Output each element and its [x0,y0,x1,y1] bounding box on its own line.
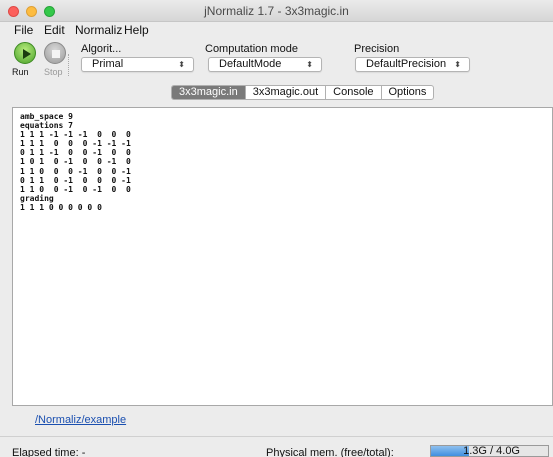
editor-line: 0 1 1 0 -1 0 0 0 -1 [20,175,131,185]
stop-button[interactable] [44,42,66,64]
editor-line: 1 1 1 0 0 0 0 0 0 [20,202,102,212]
editor-line: equations 7 [20,121,73,131]
editor-line: 0 1 1 -1 0 0 -1 0 0 [20,148,131,158]
stop-icon [52,50,60,58]
stop-label: Stop [44,67,63,77]
tab-3x3magic-out[interactable]: 3x3magic.out [246,86,327,99]
tab-console[interactable]: Console [326,86,382,99]
toolbar-separator [68,54,69,76]
file-tabs: 3x3magic.in 3x3magic.out Console Options [171,85,435,100]
computation-mode-value: DefaultMode [219,58,282,70]
precision-value: DefaultPrecision [366,58,447,70]
menu-help[interactable]: Help [124,23,149,37]
editor-line: 1 0 1 0 -1 0 0 -1 0 [20,157,131,167]
precision-select[interactable]: DefaultPrecision ⬍ [355,57,470,72]
algorithm-select[interactable]: Primal ⬍ [81,57,194,72]
run-button[interactable] [14,42,36,64]
window-title: jNormaliz 1.7 - 3x3magic.in [204,4,349,18]
updown-arrows-icon: ⬍ [306,60,313,69]
tab-3x3magic-in[interactable]: 3x3magic.in [172,86,246,99]
editor-line: 1 1 1 0 0 0 -1 -1 -1 [20,139,131,149]
title-bar: jNormaliz 1.7 - 3x3magic.in [0,0,553,22]
algorithm-value: Primal [92,58,124,70]
menu-file[interactable]: File [14,23,33,37]
editor-line: amb_space 9 [20,112,73,121]
physical-memory-label: Physical mem. (free/total): [266,447,394,457]
computation-mode-label: Computation mode [205,43,298,55]
editor-text: amb_space 9 equations 7 1 1 1 -1 -1 -1 0… [20,112,131,212]
memory-bar-text: 1.3G / 4.0G [463,445,520,457]
editor-line: 1 1 0 0 0 -1 0 0 -1 [20,166,131,176]
status-divider [0,436,553,437]
precision-label: Precision [354,43,400,55]
memory-bar: 1.3G / 4.0G [430,445,549,457]
editor-line: 1 1 1 -1 -1 -1 0 0 0 [20,130,131,140]
menu-edit[interactable]: Edit [44,23,65,37]
menu-bar: File Edit Normaliz Help [0,22,553,38]
elapsed-time: Elapsed time: - [12,447,86,457]
play-icon [23,49,31,59]
run-label: Run [12,67,29,77]
menu-normaliz[interactable]: Normaliz [75,23,122,37]
editor-line: 1 1 0 0 -1 0 -1 0 0 [20,184,131,194]
tab-options[interactable]: Options [382,86,434,99]
input-editor[interactable]: amb_space 9 equations 7 1 1 1 -1 -1 -1 0… [12,107,553,406]
algorithm-label: Algorit... [81,43,122,55]
computation-mode-select[interactable]: DefaultMode ⬍ [208,57,322,72]
editor-line: grading [20,193,54,203]
updown-arrows-icon: ⬍ [178,60,185,69]
updown-arrows-icon: ⬍ [454,60,461,69]
example-path-link[interactable]: /Normaliz/example [35,414,126,426]
